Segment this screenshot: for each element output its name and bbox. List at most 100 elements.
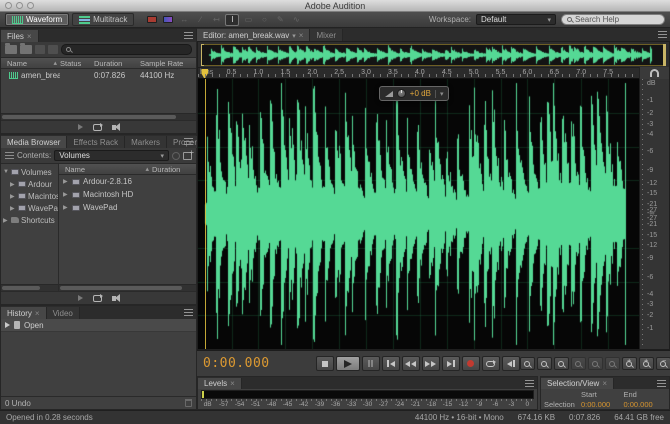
files-search-input[interactable]: [61, 44, 192, 55]
list-horizontal-scrollbar[interactable]: [59, 284, 196, 291]
files-horizontal-scrollbar[interactable]: [1, 113, 196, 120]
move-tool-button[interactable]: ↔: [177, 14, 191, 26]
insert-multitrack-icon[interactable]: [48, 45, 58, 54]
lasso-selection-tool-button[interactable]: ○: [257, 14, 271, 26]
marquee-selection-tool-button[interactable]: ▭: [241, 14, 255, 26]
skip-selection-button[interactable]: [501, 356, 520, 371]
selection-end-value[interactable]: 0:00.000: [624, 400, 667, 409]
tree-item-macintosh[interactable]: ▶ Macintosh: [1, 190, 58, 202]
delete-history-icon[interactable]: [185, 399, 192, 407]
workspace-select[interactable]: Default: [476, 14, 556, 25]
list-item-wavepad[interactable]: ▶ WavePad: [59, 201, 196, 214]
zoom-selection-button[interactable]: [553, 357, 569, 370]
panel-menu-icon[interactable]: [658, 31, 667, 38]
pause-button[interactable]: [361, 356, 380, 371]
column-header-duration[interactable]: Duration: [152, 165, 196, 174]
skip-to-end-button[interactable]: [441, 356, 460, 371]
gain-knob[interactable]: [396, 89, 406, 98]
stop-button[interactable]: [315, 356, 334, 371]
tab-history[interactable]: History: [1, 307, 47, 319]
tree-item-shortcuts[interactable]: ▶ Shortcuts: [1, 214, 58, 226]
open-file-icon[interactable]: [5, 43, 17, 54]
window-zoom-button[interactable]: [27, 2, 34, 9]
zoom-reset-button[interactable]: [604, 357, 620, 370]
auto-play-speaker-icon[interactable]: [111, 122, 120, 131]
slip-tool-button[interactable]: ↤: [209, 14, 223, 26]
new-file-icon[interactable]: [35, 45, 45, 54]
zoom-in-amplitude-button[interactable]: [570, 357, 586, 370]
tree-item-wavepad[interactable]: ▶ WavePad: [1, 202, 58, 214]
zoom-in-full-button[interactable]: [638, 357, 654, 370]
zoom-out-amplitude-button[interactable]: [587, 357, 603, 370]
gain-value[interactable]: +0 dB: [410, 89, 431, 98]
list-item-ardour[interactable]: ▶ Ardour-2.8.16: [59, 175, 196, 188]
tab-selection-view[interactable]: Selection/View: [541, 378, 614, 389]
tab-effects-rack[interactable]: Effects Rack: [67, 136, 126, 148]
zoom-in-button[interactable]: [621, 357, 637, 370]
auto-play-speaker-icon[interactable]: [111, 293, 120, 302]
disclosure-closed-icon[interactable]: ▶: [10, 193, 16, 200]
amplitude-ruler[interactable]: dB -1 -2 -3 -4 -6 -9 -12 -15 -21 -27 -∞ -27 -21 -15 -12…: [639, 79, 669, 349]
column-header-name[interactable]: Name: [1, 59, 60, 68]
tab-multitrack[interactable]: Multitrack: [72, 13, 135, 26]
show-waveform-button[interactable]: [145, 14, 159, 26]
panel-menu-icon[interactable]: [184, 32, 193, 39]
window-minimize-button[interactable]: [16, 2, 23, 9]
overview-waveform[interactable]: [202, 45, 665, 65]
panel-menu-icon[interactable]: [657, 380, 666, 387]
contents-select[interactable]: Volumes: [54, 150, 169, 161]
time-selection-tool-button[interactable]: I: [225, 13, 240, 26]
waveform-display[interactable]: +0 dB ▾: [198, 79, 639, 349]
tab-mixer[interactable]: Mixer: [310, 29, 344, 41]
preview-play-icon[interactable]: [77, 124, 83, 130]
close-icon[interactable]: [602, 379, 607, 388]
paintbrush-tool-button[interactable]: ✎: [273, 14, 287, 26]
skip-to-start-button[interactable]: [381, 356, 400, 371]
close-icon[interactable]: [27, 32, 32, 41]
tree-item-ardour[interactable]: ▶ Ardour: [1, 178, 58, 190]
volume-hud[interactable]: +0 dB ▾: [378, 86, 450, 101]
playhead-line[interactable]: [204, 79, 206, 349]
search-help-input[interactable]: Search Help: [561, 14, 665, 25]
close-icon[interactable]: [230, 379, 235, 388]
playback-time-display[interactable]: 0:00.000: [203, 356, 270, 371]
close-icon[interactable]: [299, 31, 304, 40]
play-button[interactable]: [335, 356, 360, 371]
loop-playback-icon[interactable]: [92, 293, 103, 302]
column-header-sample-rate[interactable]: Sample Rate: [140, 59, 196, 68]
panel-menu-icon[interactable]: [184, 309, 193, 316]
waveform-canvas[interactable]: [198, 79, 639, 349]
timeline-ruler[interactable]: hms 0.51.01.52.02.53.03.54.04.55.05.56.0…: [198, 67, 639, 79]
disclosure-closed-icon[interactable]: ▶: [63, 204, 69, 211]
add-shortcut-icon[interactable]: [183, 148, 194, 160]
panel-menu-icon[interactable]: [184, 138, 193, 145]
list-view-icon[interactable]: [5, 151, 14, 160]
tree-horizontal-scrollbar[interactable]: [1, 284, 58, 291]
disclosure-closed-icon[interactable]: ▶: [10, 205, 16, 212]
spot-healing-tool-button[interactable]: ∿: [289, 14, 303, 26]
file-row[interactable]: amen_break.wav 0:07.826 44100 Hz: [1, 69, 196, 81]
rewind-button[interactable]: [401, 356, 420, 371]
zoom-out-button[interactable]: [655, 357, 670, 370]
hud-flyout-icon[interactable]: ▾: [434, 89, 443, 98]
zoom-in-point-button[interactable]: [519, 357, 535, 370]
refresh-icon[interactable]: [172, 151, 180, 160]
tab-files[interactable]: Files: [1, 30, 39, 42]
column-header-name[interactable]: Name: [59, 165, 152, 174]
column-header-duration[interactable]: Duration: [94, 59, 140, 68]
loop-playback-button[interactable]: [481, 356, 500, 371]
close-icon[interactable]: [35, 309, 40, 318]
tab-waveform[interactable]: Waveform: [5, 13, 70, 26]
snap-button[interactable]: [639, 67, 669, 79]
razor-tool-button[interactable]: ∕: [193, 14, 207, 26]
playhead-handle[interactable]: [201, 69, 209, 78]
fast-forward-button[interactable]: [421, 356, 440, 371]
tab-levels[interactable]: Levels: [198, 378, 242, 389]
tab-video[interactable]: Video: [46, 307, 80, 319]
disclosure-closed-icon[interactable]: ▶: [63, 178, 69, 185]
show-spectral-button[interactable]: [161, 14, 175, 26]
panel-menu-icon[interactable]: [525, 380, 534, 387]
tree-item-volumes[interactable]: ▼ Volumes: [1, 166, 58, 178]
level-meter[interactable]: [201, 390, 534, 399]
disclosure-open-icon[interactable]: ▼: [3, 169, 9, 175]
